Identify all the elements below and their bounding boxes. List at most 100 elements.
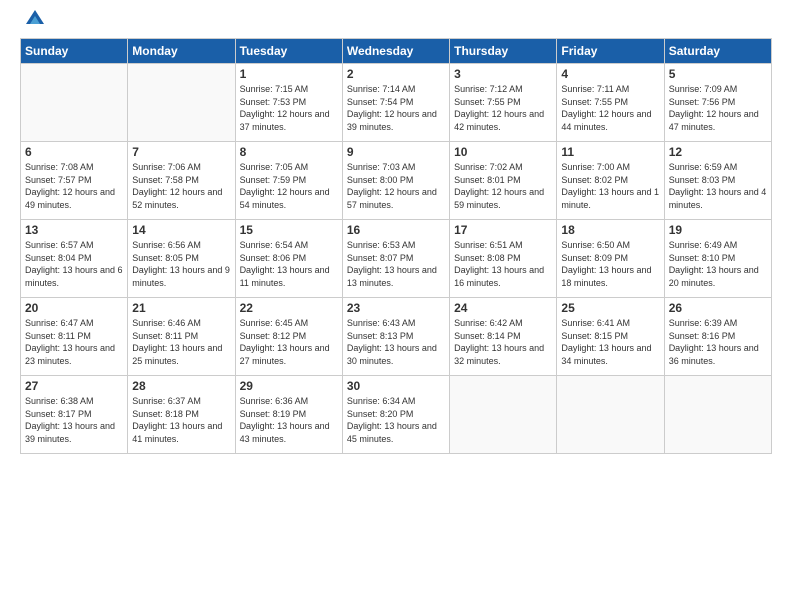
day-info: Sunrise: 6:47 AM Sunset: 8:11 PM Dayligh…: [25, 317, 123, 367]
day-info: Sunrise: 6:56 AM Sunset: 8:05 PM Dayligh…: [132, 239, 230, 289]
day-number: 26: [669, 301, 767, 315]
header-cell-friday: Friday: [557, 39, 664, 64]
day-number: 9: [347, 145, 445, 159]
day-number: 2: [347, 67, 445, 81]
day-info: Sunrise: 7:09 AM Sunset: 7:56 PM Dayligh…: [669, 83, 767, 133]
day-cell: 11 Sunrise: 7:00 AM Sunset: 8:02 PM Dayli…: [557, 142, 664, 220]
day-cell: [21, 64, 128, 142]
day-info: Sunrise: 6:38 AM Sunset: 8:17 PM Dayligh…: [25, 395, 123, 445]
day-cell: 14 Sunrise: 6:56 AM Sunset: 8:05 PM Dayli…: [128, 220, 235, 298]
calendar-header: SundayMondayTuesdayWednesdayThursdayFrid…: [21, 39, 772, 64]
week-row-3: 20 Sunrise: 6:47 AM Sunset: 8:11 PM Dayli…: [21, 298, 772, 376]
day-number: 6: [25, 145, 123, 159]
day-number: 18: [561, 223, 659, 237]
header-cell-tuesday: Tuesday: [235, 39, 342, 64]
header: [20, 16, 772, 28]
day-cell: 1 Sunrise: 7:15 AM Sunset: 7:53 PM Daylig…: [235, 64, 342, 142]
week-row-0: 1 Sunrise: 7:15 AM Sunset: 7:53 PM Daylig…: [21, 64, 772, 142]
day-info: Sunrise: 7:12 AM Sunset: 7:55 PM Dayligh…: [454, 83, 552, 133]
day-info: Sunrise: 6:49 AM Sunset: 8:10 PM Dayligh…: [669, 239, 767, 289]
week-row-2: 13 Sunrise: 6:57 AM Sunset: 8:04 PM Dayli…: [21, 220, 772, 298]
day-info: Sunrise: 7:03 AM Sunset: 8:00 PM Dayligh…: [347, 161, 445, 211]
week-row-4: 27 Sunrise: 6:38 AM Sunset: 8:17 PM Dayli…: [21, 376, 772, 454]
day-cell: 28 Sunrise: 6:37 AM Sunset: 8:18 PM Dayli…: [128, 376, 235, 454]
day-cell: [557, 376, 664, 454]
day-info: Sunrise: 6:46 AM Sunset: 8:11 PM Dayligh…: [132, 317, 230, 367]
day-number: 17: [454, 223, 552, 237]
day-info: Sunrise: 6:41 AM Sunset: 8:15 PM Dayligh…: [561, 317, 659, 367]
day-cell: 4 Sunrise: 7:11 AM Sunset: 7:55 PM Daylig…: [557, 64, 664, 142]
day-info: Sunrise: 6:54 AM Sunset: 8:06 PM Dayligh…: [240, 239, 338, 289]
day-info: Sunrise: 7:00 AM Sunset: 8:02 PM Dayligh…: [561, 161, 659, 211]
day-number: 8: [240, 145, 338, 159]
day-cell: 27 Sunrise: 6:38 AM Sunset: 8:17 PM Dayli…: [21, 376, 128, 454]
calendar-body: 1 Sunrise: 7:15 AM Sunset: 7:53 PM Daylig…: [21, 64, 772, 454]
day-cell: 8 Sunrise: 7:05 AM Sunset: 7:59 PM Daylig…: [235, 142, 342, 220]
day-cell: 23 Sunrise: 6:43 AM Sunset: 8:13 PM Dayli…: [342, 298, 449, 376]
day-cell: 30Sunrise: 6:34 AM Sunset: 8:20 PM Dayli…: [342, 376, 449, 454]
logo-icon: [24, 6, 46, 28]
day-number: 24: [454, 301, 552, 315]
day-number: 3: [454, 67, 552, 81]
day-info: Sunrise: 7:05 AM Sunset: 7:59 PM Dayligh…: [240, 161, 338, 211]
day-cell: 12 Sunrise: 6:59 AM Sunset: 8:03 PM Dayli…: [664, 142, 771, 220]
day-number: 11: [561, 145, 659, 159]
day-info: Sunrise: 6:34 AM Sunset: 8:20 PM Dayligh…: [347, 395, 445, 445]
day-number: 20: [25, 301, 123, 315]
day-info: Sunrise: 6:36 AM Sunset: 8:19 PM Dayligh…: [240, 395, 338, 445]
day-cell: [128, 64, 235, 142]
day-number: 22: [240, 301, 338, 315]
day-cell: [450, 376, 557, 454]
day-info: Sunrise: 6:59 AM Sunset: 8:03 PM Dayligh…: [669, 161, 767, 211]
day-number: 28: [132, 379, 230, 393]
day-cell: 17 Sunrise: 6:51 AM Sunset: 8:08 PM Dayli…: [450, 220, 557, 298]
day-info: Sunrise: 6:39 AM Sunset: 8:16 PM Dayligh…: [669, 317, 767, 367]
day-number: 12: [669, 145, 767, 159]
day-number: 13: [25, 223, 123, 237]
day-cell: 20 Sunrise: 6:47 AM Sunset: 8:11 PM Dayli…: [21, 298, 128, 376]
day-cell: 18Sunrise: 6:50 AM Sunset: 8:09 PM Dayli…: [557, 220, 664, 298]
day-cell: 2Sunrise: 7:14 AM Sunset: 7:54 PM Daylig…: [342, 64, 449, 142]
day-cell: [664, 376, 771, 454]
day-number: 29: [240, 379, 338, 393]
logo: [20, 16, 46, 28]
day-number: 7: [132, 145, 230, 159]
day-number: 21: [132, 301, 230, 315]
day-cell: 6 Sunrise: 7:08 AM Sunset: 7:57 PM Daylig…: [21, 142, 128, 220]
day-cell: 3 Sunrise: 7:12 AM Sunset: 7:55 PM Daylig…: [450, 64, 557, 142]
day-cell: 26 Sunrise: 6:39 AM Sunset: 8:16 PM Dayli…: [664, 298, 771, 376]
header-row: SundayMondayTuesdayWednesdayThursdayFrid…: [21, 39, 772, 64]
day-number: 14: [132, 223, 230, 237]
day-number: 15: [240, 223, 338, 237]
week-row-1: 6 Sunrise: 7:08 AM Sunset: 7:57 PM Daylig…: [21, 142, 772, 220]
day-cell: 25 Sunrise: 6:41 AM Sunset: 8:15 PM Dayli…: [557, 298, 664, 376]
header-cell-thursday: Thursday: [450, 39, 557, 64]
day-info: Sunrise: 6:57 AM Sunset: 8:04 PM Dayligh…: [25, 239, 123, 289]
day-cell: 21 Sunrise: 6:46 AM Sunset: 8:11 PM Dayli…: [128, 298, 235, 376]
day-info: Sunrise: 6:42 AM Sunset: 8:14 PM Dayligh…: [454, 317, 552, 367]
day-number: 27: [25, 379, 123, 393]
day-info: Sunrise: 6:51 AM Sunset: 8:08 PM Dayligh…: [454, 239, 552, 289]
day-cell: 29 Sunrise: 6:36 AM Sunset: 8:19 PM Dayli…: [235, 376, 342, 454]
day-info: Sunrise: 6:45 AM Sunset: 8:12 PM Dayligh…: [240, 317, 338, 367]
header-cell-wednesday: Wednesday: [342, 39, 449, 64]
day-cell: 24 Sunrise: 6:42 AM Sunset: 8:14 PM Dayli…: [450, 298, 557, 376]
day-info: Sunrise: 6:43 AM Sunset: 8:13 PM Dayligh…: [347, 317, 445, 367]
day-number: 25: [561, 301, 659, 315]
day-cell: 7 Sunrise: 7:06 AM Sunset: 7:58 PM Daylig…: [128, 142, 235, 220]
day-number: 4: [561, 67, 659, 81]
day-info: Sunrise: 7:08 AM Sunset: 7:57 PM Dayligh…: [25, 161, 123, 211]
day-info: Sunrise: 6:37 AM Sunset: 8:18 PM Dayligh…: [132, 395, 230, 445]
day-info: Sunrise: 7:06 AM Sunset: 7:58 PM Dayligh…: [132, 161, 230, 211]
day-info: Sunrise: 7:11 AM Sunset: 7:55 PM Dayligh…: [561, 83, 659, 133]
page: SundayMondayTuesdayWednesdayThursdayFrid…: [0, 0, 792, 612]
day-info: Sunrise: 7:15 AM Sunset: 7:53 PM Dayligh…: [240, 83, 338, 133]
day-cell: 22 Sunrise: 6:45 AM Sunset: 8:12 PM Dayli…: [235, 298, 342, 376]
calendar: SundayMondayTuesdayWednesdayThursdayFrid…: [20, 38, 772, 454]
day-number: 23: [347, 301, 445, 315]
day-cell: 5 Sunrise: 7:09 AM Sunset: 7:56 PM Daylig…: [664, 64, 771, 142]
day-info: Sunrise: 6:53 AM Sunset: 8:07 PM Dayligh…: [347, 239, 445, 289]
day-number: 1: [240, 67, 338, 81]
day-number: 5: [669, 67, 767, 81]
day-cell: 13 Sunrise: 6:57 AM Sunset: 8:04 PM Dayli…: [21, 220, 128, 298]
